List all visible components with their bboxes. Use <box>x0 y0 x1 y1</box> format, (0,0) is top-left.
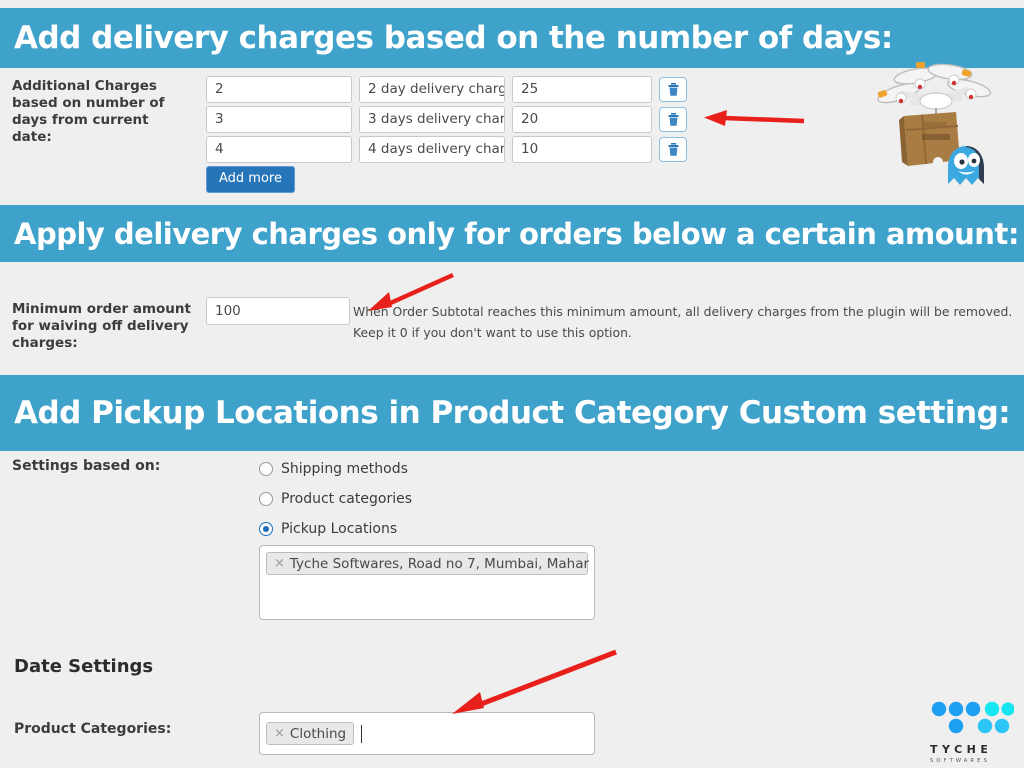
charge-input-row-3[interactable]: 10 <box>512 136 652 163</box>
remove-tag-icon[interactable]: × <box>274 556 285 571</box>
product-category-tag-label: Clothing <box>289 725 347 742</box>
product-category-tag[interactable]: × Clothing <box>266 722 355 745</box>
section-title-minimum-order: Apply delivery charges only for orders b… <box>14 216 1019 251</box>
settings-based-on-label: Settings based on: <box>12 458 161 474</box>
screenshot-root: Add delivery charges based on the number… <box>0 0 1024 768</box>
pickup-location-tag[interactable]: × Tyche Softwares, Road no 7, Mumbai, Ma… <box>266 552 590 575</box>
charge-input-row-2[interactable]: 20 <box>512 106 652 133</box>
logo-dots-icon <box>931 701 1015 734</box>
product-categories-label: Product Categories: <box>14 721 172 737</box>
description-input-row-3[interactable]: 4 days delivery charges <box>359 136 505 163</box>
minimum-order-amount-input[interactable]: 100 <box>206 297 350 325</box>
arrow-to-delete-row-2 <box>704 110 805 126</box>
text-cursor <box>361 724 363 743</box>
arrow-to-product-categories-input <box>452 649 617 714</box>
description-input-row-2[interactable]: 3 days delivery charges <box>359 106 505 133</box>
logo-wordmark: TYCHE <box>930 743 993 756</box>
drone-delivery-illustration <box>877 62 992 185</box>
charge-input-row-1[interactable]: 25 <box>512 76 652 103</box>
radio-option-shipping-methods[interactable]: Shipping methods <box>259 461 408 477</box>
product-categories-multiselect[interactable]: × Clothing <box>259 712 595 755</box>
section-header-minimum-order: Apply delivery charges only for orders b… <box>0 205 1024 262</box>
radio-indicator-shipping-methods[interactable] <box>259 462 273 476</box>
pickup-locations-multiselect[interactable]: × Tyche Softwares, Road no 7, Mumbai, Ma… <box>259 545 595 620</box>
section-title-delivery-days: Add delivery charges based on the number… <box>14 20 893 56</box>
trash-icon <box>668 83 679 96</box>
delete-row-2-button[interactable] <box>659 107 687 132</box>
radio-option-product-categories[interactable]: Product categories <box>259 491 412 507</box>
date-settings-heading: Date Settings <box>14 656 154 677</box>
radio-option-pickup-locations[interactable]: Pickup Locations <box>259 521 397 537</box>
radio-label-shipping-methods: Shipping methods <box>281 461 408 477</box>
days-input-row-2[interactable]: 3 <box>206 106 352 133</box>
add-more-button[interactable]: Add more <box>206 166 295 193</box>
trash-icon <box>668 143 679 156</box>
tyche-softwares-logo: TYCHE SOFTWARES <box>930 700 1015 764</box>
description-input-row-1[interactable]: 2 day delivery charge <box>359 76 505 103</box>
minimum-order-help-text: When Order Subtotal reaches this minimum… <box>353 304 1013 340</box>
section-header-pickup-locations: Add Pickup Locations in Product Category… <box>0 375 1024 451</box>
delete-row-3-button[interactable] <box>659 137 687 162</box>
additional-charges-label: Additional Charges based on number of da… <box>12 78 165 145</box>
section-title-pickup-locations: Add Pickup Locations in Product Category… <box>14 395 1011 431</box>
trash-icon <box>668 113 679 126</box>
remove-tag-icon[interactable]: × <box>274 726 285 741</box>
radio-indicator-pickup-locations[interactable] <box>259 522 273 536</box>
radio-label-product-categories: Product categories <box>281 491 412 507</box>
pickup-location-tag-label: Tyche Softwares, Road no 7, Mumbai, Maha… <box>289 555 590 572</box>
radio-label-pickup-locations: Pickup Locations <box>281 521 398 537</box>
logo-tagline: SOFTWARES <box>930 758 990 764</box>
minimum-order-amount-label: Minimum order amount for waiving off del… <box>12 301 191 351</box>
days-input-row-1[interactable]: 2 <box>206 76 352 103</box>
radio-indicator-product-categories[interactable] <box>259 492 273 506</box>
section-header-delivery-days: Add delivery charges based on the number… <box>0 8 1024 68</box>
days-input-row-3[interactable]: 4 <box>206 136 352 163</box>
delete-row-1-button[interactable] <box>659 77 687 102</box>
